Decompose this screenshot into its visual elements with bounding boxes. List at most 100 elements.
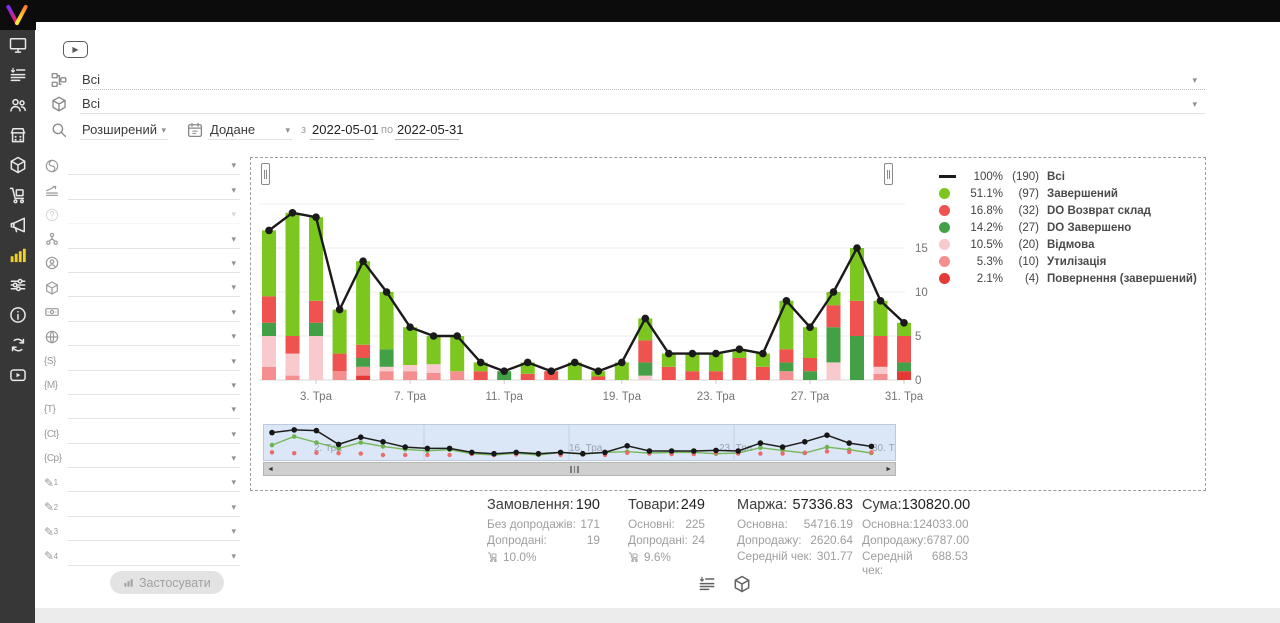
legend-count: (10) xyxy=(1003,256,1039,268)
legend-item[interactable]: 14.2%(27)DO Завершено xyxy=(939,219,1197,236)
sidebar-item-products[interactable] xyxy=(0,150,35,180)
scrollbar-grip[interactable] xyxy=(570,466,579,473)
sidebar-item-store[interactable] xyxy=(0,120,35,150)
sidebar-item-monitor[interactable] xyxy=(0,30,35,60)
chevron-down-icon: ▾ xyxy=(161,125,166,136)
app-logo[interactable] xyxy=(0,0,36,30)
filter-select-1[interactable]: ▾ xyxy=(68,156,240,175)
sidebar-item-video[interactable] xyxy=(0,360,35,390)
stat-row: Допродажу:6787.00 xyxy=(862,533,968,549)
chevron-down-icon: ▾ xyxy=(231,551,236,562)
legend-item[interactable]: 2.1%(4)Повернення (завершений) xyxy=(939,270,1197,287)
legend-item[interactable]: 16.8%(32)DO Возврат склад xyxy=(939,202,1197,219)
filter-select-14[interactable]: ▾ xyxy=(68,473,240,492)
scroll-left-icon[interactable]: ◄ xyxy=(267,464,274,475)
chevron-down-icon: ▾ xyxy=(231,160,236,171)
stat-row-label: Середній чек: xyxy=(862,549,932,565)
sidebar-item-orders-list[interactable] xyxy=(0,60,35,90)
apply-button[interactable]: Застосувати xyxy=(110,571,224,594)
svg-text:3. Тра: 3. Тра xyxy=(300,391,333,403)
stat-row-label: Допродані: xyxy=(487,533,547,549)
stat-row-value: 19 xyxy=(587,533,600,549)
chevron-down-icon: ▾ xyxy=(231,209,236,220)
date-type-select[interactable]: ▾ xyxy=(208,122,292,140)
filter-row-help: ▾ xyxy=(44,200,240,224)
legend-item[interactable]: 100%(190)Всі xyxy=(939,168,1197,185)
chevron-down-icon: ▾ xyxy=(231,429,236,440)
legend-dot-swatch xyxy=(939,222,950,233)
legend-item[interactable]: 51.1%(97)Завершений xyxy=(939,185,1197,202)
brace-ct-icon: {Ct} xyxy=(44,425,68,444)
product-filter-select[interactable]: ▾ xyxy=(80,96,1205,114)
legend-label: Завершений xyxy=(1047,188,1118,200)
chart-range-navigator[interactable]: 2. Тра16. Тра23. Тра30. Тра xyxy=(263,424,896,461)
filter-select-9[interactable]: ▾ xyxy=(68,352,240,371)
filter-select-4[interactable]: ▾ xyxy=(68,230,240,249)
chevron-down-icon: ▾ xyxy=(231,453,236,464)
chart-scrollbar[interactable]: ◄ ► xyxy=(263,462,896,476)
pencil-2-icon: ✎2 xyxy=(44,498,68,517)
svg-text:27. Тра: 27. Тра xyxy=(791,391,830,403)
filter-select-10[interactable]: ▾ xyxy=(68,376,240,395)
rank-icon xyxy=(44,181,68,200)
stat-row-label: Допродажу: xyxy=(737,533,802,549)
sidebar-item-info[interactable] xyxy=(0,300,35,330)
pencil-3-icon: ✎3 xyxy=(44,522,68,541)
chevron-down-icon: ▾ xyxy=(231,356,236,367)
chevron-down-icon: ▾ xyxy=(285,125,290,136)
date-to-input[interactable] xyxy=(395,122,459,140)
navigator-left-handle[interactable] xyxy=(261,163,270,185)
chevron-down-icon: ▾ xyxy=(231,282,236,293)
filter-select-11[interactable]: ▾ xyxy=(68,400,240,419)
svg-text:10: 10 xyxy=(915,287,928,299)
svg-text:19. Тра: 19. Тра xyxy=(603,391,642,403)
stat-title: Сума:130820.00 xyxy=(862,497,968,517)
legend-count: (97) xyxy=(1003,188,1039,200)
legend-item[interactable]: 5.3%(10)Утилізація xyxy=(939,253,1197,270)
filter-select-6[interactable]: ▾ xyxy=(68,278,240,297)
sidebar-item-clients[interactable] xyxy=(0,90,35,120)
filter-select-13[interactable]: ▾ xyxy=(68,449,240,468)
filter-select-2[interactable]: ▾ xyxy=(68,181,240,200)
sidebar-item-partners[interactable] xyxy=(0,330,35,360)
date-from-input[interactable] xyxy=(310,122,374,140)
legend-count: (4) xyxy=(1003,273,1039,285)
legend-dot-swatch xyxy=(939,205,950,216)
legend-item[interactable]: 10.5%(20)Відмова xyxy=(939,236,1197,253)
search-mode-select[interactable]: ▾ xyxy=(80,122,168,140)
filter-select-7[interactable]: ▾ xyxy=(68,303,240,322)
filter-select-8[interactable]: ▾ xyxy=(68,327,240,346)
filter-select-15[interactable]: ▾ xyxy=(68,498,240,517)
orders-list-icon xyxy=(8,65,28,85)
tutorial-play-button[interactable]: ▶ xyxy=(63,41,88,58)
orders-stacked-chart: 3. Тра7. Тра11. Тра19. Тра23. Тра27. Тра… xyxy=(257,166,957,423)
apply-button-label: Застосувати xyxy=(139,576,211,590)
sidebar-item-settings[interactable] xyxy=(0,270,35,300)
legend-label: Утилізація xyxy=(1047,256,1106,268)
chevron-down-icon: ▾ xyxy=(231,502,236,513)
calendar-icon xyxy=(186,121,204,139)
filter-select-17[interactable]: ▾ xyxy=(68,547,240,566)
stat-row: Середній чек:301.77 xyxy=(737,549,853,565)
view-toggle-package[interactable] xyxy=(732,574,752,594)
sidebar-item-marketing[interactable] xyxy=(0,210,35,240)
status-filter-select[interactable]: ▾ xyxy=(80,72,1205,90)
scroll-right-icon[interactable]: ► xyxy=(885,464,892,475)
analytics-icon xyxy=(8,245,28,265)
stat-title-value: 57336.83 xyxy=(793,497,853,517)
sidebar-item-analytics[interactable] xyxy=(0,240,35,270)
filter-row-org-tree: ▾ xyxy=(44,224,240,248)
navigator-right-handle[interactable] xyxy=(884,163,893,185)
legend-count: (32) xyxy=(1003,205,1039,217)
filter-row-website: ▾ xyxy=(44,322,240,346)
stat-row-value: 301.77 xyxy=(817,549,853,565)
filter-select-16[interactable]: ▾ xyxy=(68,522,240,541)
filter-select-3: ▾ xyxy=(68,205,240,224)
filter-select-12[interactable]: ▾ xyxy=(68,425,240,444)
sidebar-item-cart[interactable] xyxy=(0,180,35,210)
filter-select-5[interactable]: ▾ xyxy=(68,254,240,273)
chevron-down-icon: ▾ xyxy=(231,380,236,391)
date-from-label: з xyxy=(301,124,306,136)
view-toggle-orders-list[interactable] xyxy=(697,574,717,594)
legend-percent: 14.2% xyxy=(959,222,1003,234)
